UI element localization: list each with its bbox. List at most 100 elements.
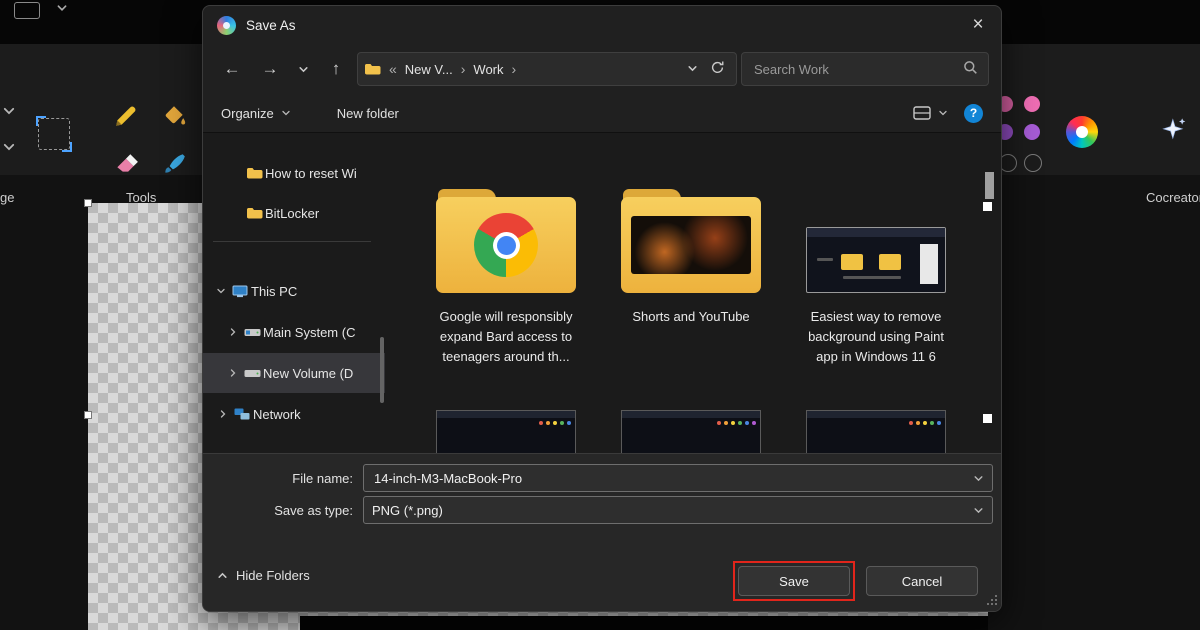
eraser-tool[interactable] [102,140,150,188]
save-type-select[interactable]: PNG (*.png) [363,496,993,524]
hide-folders-label: Hide Folders [236,568,310,583]
breadcrumb-item[interactable]: Work [473,62,503,77]
sidebar-item-drive-c[interactable]: Main System (C [203,312,385,352]
sidebar-item-drive-d[interactable]: New Volume (D [203,353,385,393]
help-button[interactable]: ? [964,104,983,123]
file-item-label: Shorts and YouTube [616,307,766,327]
search-box [741,52,989,86]
folder-icon [436,189,576,293]
sidebar-item-folder[interactable]: BitLocker [203,193,385,233]
chevron-down-icon[interactable] [973,473,984,484]
image-thumbnail [806,227,946,293]
chevron-down-icon [281,108,291,118]
sidebar-item-network[interactable]: Network [203,394,385,434]
color-swatch[interactable] [1024,96,1040,112]
save-annotation-highlight [733,561,855,601]
file-item-partial[interactable] [621,410,761,453]
cancel-button[interactable]: Cancel [866,566,978,596]
organize-label: Organize [221,106,274,121]
address-bar[interactable]: « New V... › Work › [357,52,737,86]
canvas-image-content [300,616,988,630]
fill-tool[interactable] [150,92,198,140]
sidebar-item-label: New Volume (D [263,366,353,381]
folder-icon [243,206,265,220]
forward-button[interactable]: → [253,53,287,85]
cocreator-sparkle-icon[interactable] [1160,116,1188,147]
breadcrumb-overflow[interactable]: « [387,61,399,77]
network-icon [231,407,253,421]
navigation-pane: How to reset Wi BitLocker This PC [203,133,385,453]
selection-handle[interactable] [983,202,992,211]
file-name-input[interactable] [372,470,967,487]
sidebar-item-label: How to reset Wi [265,166,357,181]
sidebar-divider [213,241,371,242]
file-item-folder[interactable]: Google will responsibly expand Bard acce… [431,177,581,367]
chevron-down-icon[interactable] [56,2,68,17]
chevron-right-icon[interactable] [225,368,241,378]
drive-icon [241,367,263,379]
selection-handle[interactable] [84,199,92,207]
chevron-down-icon [973,505,984,516]
file-name-label: File name: [203,471,363,486]
search-input[interactable] [752,61,955,78]
sidebar-item-label: Network [253,407,301,422]
dialog-toolbar: Organize New folder ? [203,94,1001,132]
color-picker-wheel-icon[interactable] [1066,116,1098,148]
file-item-folder[interactable]: Shorts and YouTube [616,177,766,327]
chevron-down-icon[interactable] [2,104,18,120]
sidebar-item-label: Main System (C [263,325,355,340]
chevron-right-icon[interactable] [215,409,231,419]
fill-bucket-icon [161,103,187,129]
chevron-down-icon [938,108,948,118]
save-type-value: PNG (*.png) [372,503,967,518]
video-thumbnail [631,216,751,274]
view-icon [913,105,931,121]
save-fields: File name: Save as type: PNG (*.png) [203,453,1001,546]
chevron-up-icon [217,570,228,581]
organize-button[interactable]: Organize [221,106,291,121]
dialog-footer: Hide Folders Save Cancel [203,546,1001,611]
close-button[interactable]: × [955,6,1001,44]
pencil-tool[interactable] [102,92,150,140]
file-item-image[interactable]: Easiest way to remove background using P… [801,177,951,367]
chevron-right-icon[interactable] [225,327,241,337]
color-swatch[interactable] [1024,124,1040,140]
chevron-down-icon[interactable] [213,286,229,296]
sidebar-item-folder[interactable]: How to reset Wi [203,153,385,193]
file-item-partial[interactable] [806,410,946,453]
paint-titlebar-icon[interactable] [14,2,40,19]
folder-icon [364,62,381,76]
breadcrumb-item[interactable]: New V... [405,62,453,77]
selection-handle[interactable] [983,414,992,423]
view-mode-button[interactable] [913,105,948,121]
recent-locations-chevron-down-icon[interactable] [291,53,315,85]
address-dropdown-chevron-down-icon[interactable] [687,62,698,77]
hide-folders-button[interactable]: Hide Folders [217,568,310,583]
cocreator-label: Cocreator [1146,190,1200,205]
color-swatch-empty[interactable] [1024,154,1042,172]
brush-tool[interactable] [150,140,198,188]
rectangle-select-icon[interactable] [38,118,70,150]
resize-grip[interactable] [987,593,998,608]
folder-icon [243,166,265,180]
new-folder-button[interactable]: New folder [337,106,399,121]
chevron-down-icon[interactable] [2,140,18,156]
eraser-icon [113,151,139,177]
save-as-dialog: Save As × ← → ↑ « New V... › Work › [202,5,1002,612]
up-button[interactable]: ↑ [319,53,353,85]
dialog-titlebar: Save As × [203,6,1001,44]
file-list-scrollbar-thumb[interactable] [985,172,994,199]
refresh-icon[interactable] [704,60,730,78]
file-list: Google will responsibly expand Bard acce… [385,133,1001,453]
file-item-label: Easiest way to remove background using P… [801,307,951,367]
breadcrumb-separator: › [459,61,468,77]
image-group-label: ge [0,190,14,205]
selection-handle[interactable] [84,411,92,419]
search-icon[interactable] [963,60,978,78]
file-item-partial[interactable] [436,410,576,453]
dialog-title: Save As [246,18,296,33]
back-button[interactable]: ← [215,53,249,85]
sidebar-scrollbar-thumb[interactable] [380,337,384,403]
brush-icon [161,151,187,177]
sidebar-item-this-pc[interactable]: This PC [203,271,385,311]
